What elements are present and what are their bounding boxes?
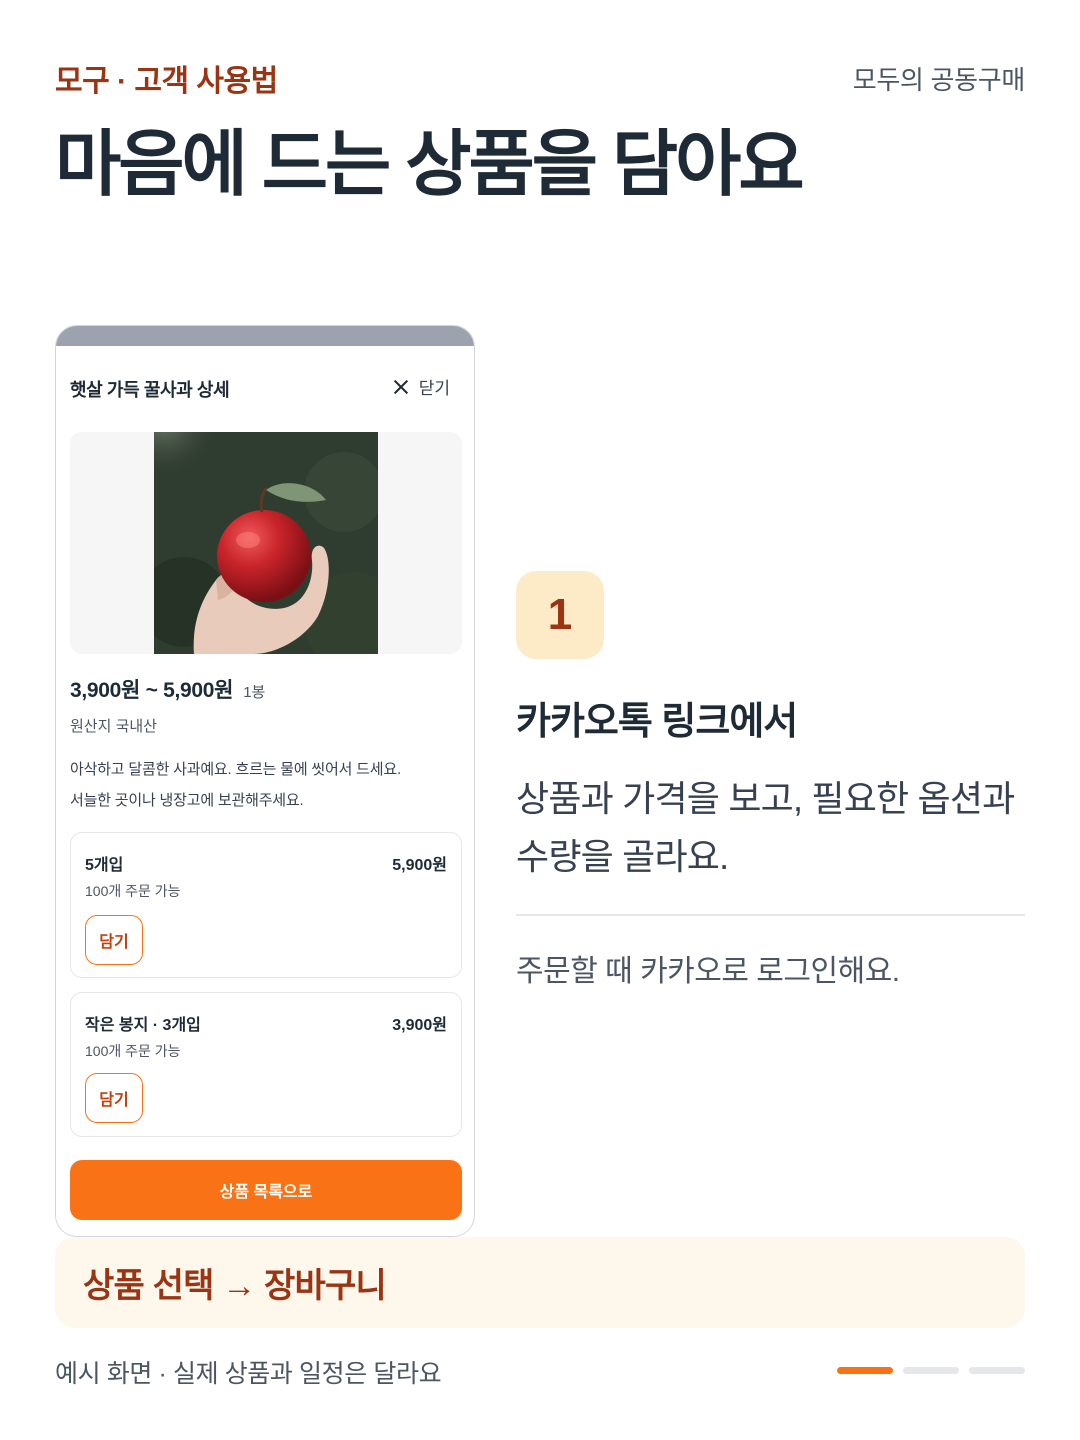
option-stock: 100개 주문 가능 [85,1043,181,1059]
origin-label: 원산지 국내산 [70,718,157,735]
page-dot-2[interactable] [903,1367,959,1374]
option-price: 3,900원 [392,1017,447,1034]
apple-in-hand-illustration [154,432,378,654]
option-price: 5,900원 [392,857,447,874]
price-row: 3,900원 ~ 5,900원 1봉 [70,674,265,704]
option-card: 작은 봉지 · 3개입 3,900원 100개 주문 가능 담기 [70,992,462,1137]
product-description: 아삭하고 달콤한 사과예요. 흐르는 물에 씻어서 드세요. 서늘한 곳이나 냉… [70,754,450,816]
product-detail-sheet: 햇살 가득 꿀사과 상세 닫기 3,900원 ~ 5,900원 1봉 원산지 국… [56,346,474,1236]
footer-note: 예시 화면 · 실제 상품과 일정은 달라요 [55,1360,442,1388]
description-line: 서늘한 곳이나 냉장고에 보관해주세요. [70,792,304,809]
page-dot-1[interactable] [837,1367,893,1374]
step-description-line: 상품과 가격을 보고, 필요한 옵션과 [516,778,1015,819]
phone-mockup: 햇살 가득 꿀사과 상세 닫기 3,900원 ~ 5,900원 1봉 원산지 국… [55,325,475,1237]
step-title: 카카오톡 링크에서 [516,701,798,743]
step-description: 상품과 가격을 보고, 필요한 옵션과 수량을 골라요. [516,770,1036,886]
back-to-list-button[interactable]: 상품 목록으로 [70,1160,462,1220]
flow-banner: 상품 선택 → 장바구니 [55,1237,1025,1328]
close-button[interactable]: 닫기 [393,374,450,399]
brand-name: 모두의 공동구매 [852,65,1026,95]
option-name: 작은 봉지 · 3개입 [85,1017,201,1034]
close-icon [393,379,409,395]
phone-status-bar [56,326,474,346]
option-card: 5개입 5,900원 100개 주문 가능 담기 [70,832,462,978]
add-to-cart-button[interactable]: 담기 [85,1073,143,1123]
close-label: 닫기 [418,379,450,398]
add-to-cart-button[interactable]: 담기 [85,915,143,965]
page-indicator [837,1367,1025,1374]
unit-label: 1봉 [243,684,266,701]
page-dot-3[interactable] [969,1367,1025,1374]
step-number-badge: 1 [516,571,604,659]
sheet-title: 햇살 가득 꿀사과 상세 [70,380,230,400]
product-image-frame [70,432,462,654]
option-stock: 100개 주문 가능 [85,883,181,899]
page-headline: 마음에 드는 상품을 담아요 [55,125,805,205]
option-name: 5개입 [85,857,124,874]
product-image [154,432,378,654]
step-description-line: 수량을 골라요. [516,836,729,877]
section-eyebrow: 모구 · 고객 사용법 [55,65,278,98]
price-range: 3,900원 ~ 5,900원 [70,679,234,702]
step-note: 주문할 때 카카오로 로그인해요. [516,955,900,988]
divider [516,914,1025,916]
description-line: 아삭하고 달콤한 사과예요. 흐르는 물에 씻어서 드세요. [70,761,401,778]
flow-text: 상품 선택 → 장바구니 [83,1267,387,1305]
